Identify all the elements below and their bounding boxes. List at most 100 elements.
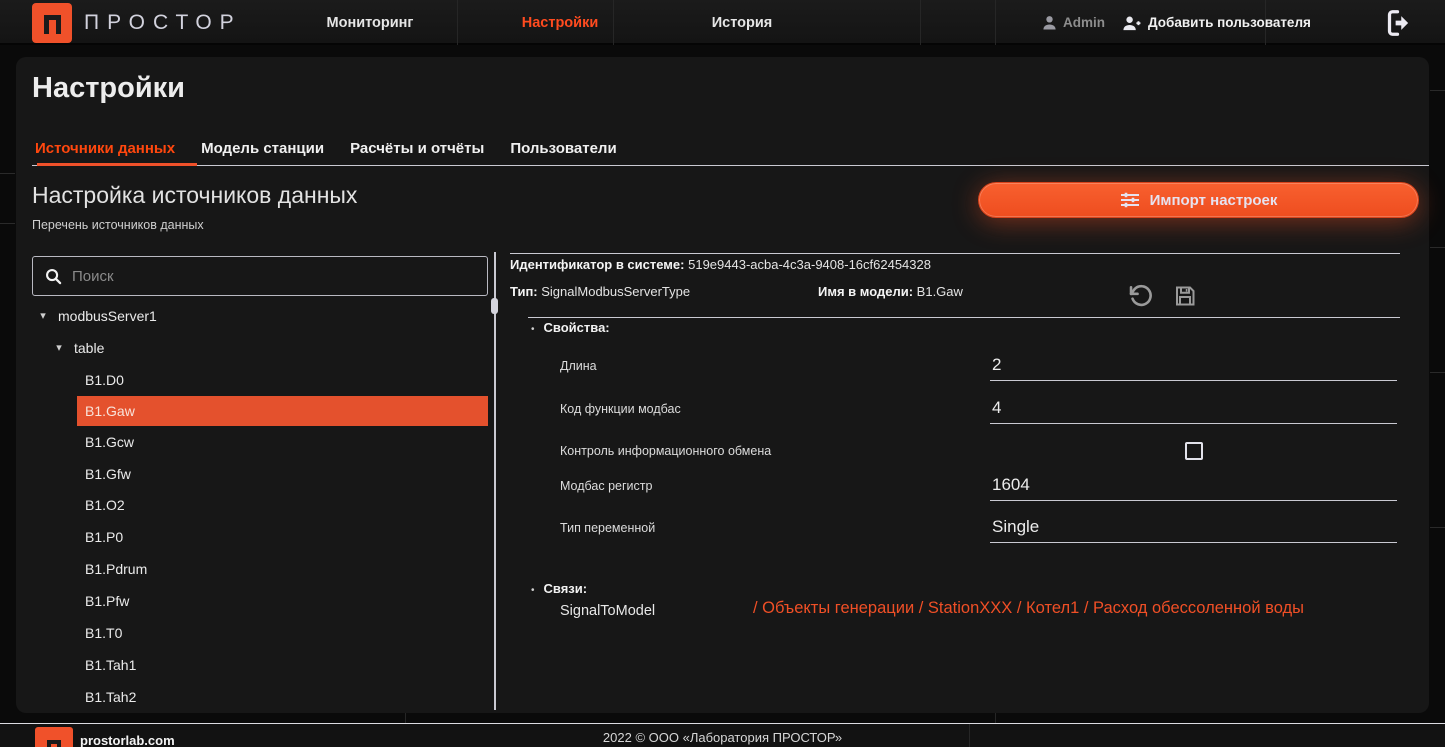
brand-wordmark: ПРОСТОР (84, 11, 242, 35)
save-icon (1173, 284, 1197, 308)
tree-node[interactable]: B1.Tah2 (77, 681, 488, 713)
tree-node-label: B1.Pfw (85, 593, 129, 609)
logout-button[interactable] (1385, 8, 1415, 38)
property-row: Тип переменной (510, 507, 1400, 549)
tree-node[interactable]: B1.P0 (77, 521, 488, 553)
bullet-icon: • (531, 324, 535, 335)
save-button[interactable] (1173, 284, 1199, 310)
caret-down-icon[interactable]: ▾ (52, 341, 66, 354)
property-row: Код функции модбас (510, 388, 1400, 430)
section-title: Настройка источников данных (32, 182, 357, 209)
tree-node[interactable]: B1.Tah1 (77, 649, 488, 681)
type-row: Тип: SignalModbusServerType (510, 284, 690, 299)
nav-item-1[interactable]: Мониторинг (327, 0, 414, 45)
link-name: SignalToModel (560, 603, 655, 619)
property-row: Длина (510, 345, 1400, 387)
search-input[interactable] (72, 268, 475, 285)
tree-node[interactable]: B1.Gfw (77, 458, 488, 490)
tree-node[interactable]: B1.Pfw (77, 585, 488, 617)
bg-artifact-line (405, 713, 406, 723)
import-settings-button[interactable]: Импорт настроек (978, 182, 1419, 218)
nav-add-user-button[interactable]: Добавить пользователя (1122, 0, 1311, 45)
bg-artifact-line (0, 223, 15, 224)
search-icon (45, 268, 62, 285)
bg-artifact-line (1430, 247, 1445, 248)
page-title: Настройки (32, 72, 185, 105)
property-input-cell (990, 345, 1397, 381)
tabs-underline (32, 165, 1429, 166)
model-name-value: B1.Gaw (917, 284, 963, 299)
bg-artifact-line (995, 713, 996, 723)
tree-node[interactable]: B1.O2 (77, 489, 488, 521)
nav-item-3[interactable]: История (712, 0, 773, 45)
property-input-cell (990, 465, 1397, 501)
property-checkbox[interactable] (1185, 442, 1203, 460)
app-root: ПРОСТОР Мониторинг Настройки История Admin… (0, 0, 1445, 747)
property-label: Длина (560, 345, 597, 387)
nav-divider (457, 0, 458, 45)
properties-heading-label: Свойства: (544, 320, 610, 335)
tree-node[interactable]: B1.D0 (77, 364, 488, 396)
property-input-cell (990, 507, 1397, 543)
tree-node-label: B1.Pdrum (85, 561, 147, 577)
user-icon (1042, 15, 1057, 30)
caret-down-icon[interactable]: ▾ (36, 309, 50, 322)
bg-artifact-line (1430, 372, 1445, 373)
tree-node[interactable]: B1.T0 (77, 617, 488, 649)
bg-artifact-line (969, 724, 970, 747)
top-nav: ПРОСТОР Мониторинг Настройки История Admin… (0, 0, 1445, 45)
nav-item-2[interactable]: Настройки (522, 0, 599, 45)
brand-logo[interactable]: ПРОСТОР (32, 2, 242, 43)
tab-2[interactable]: Модель станции (198, 138, 327, 166)
bg-artifact-line (1430, 90, 1445, 91)
tree-node[interactable]: B1.Gaw (77, 396, 488, 426)
tree-node-label: B1.D0 (85, 372, 124, 388)
footer-copyright: 2022 © ООО «Лаборатория ПРОСТОР» (0, 730, 1445, 745)
property-input[interactable] (990, 465, 1397, 500)
property-input[interactable] (990, 507, 1397, 542)
nav-add-user-label: Добавить пользователя (1148, 15, 1311, 30)
footer-site-link[interactable]: prostorlab.com (80, 733, 175, 747)
bg-artifact-line (0, 173, 15, 174)
data-sources-tree: ▾modbusServer1▾tableB1.D0B1.GawB1.GcwB1.… (32, 300, 488, 713)
property-label: Код функции модбас (560, 388, 681, 430)
bg-artifact-line (1430, 527, 1445, 528)
model-name-row: Имя в модели: B1.Gaw (818, 284, 963, 299)
tree-scrollbar[interactable] (491, 298, 498, 314)
model-name-label: Имя в модели: (818, 284, 913, 299)
tab-1[interactable]: Источники данных (32, 138, 178, 166)
details-section-line (528, 317, 1400, 318)
search-box (32, 256, 488, 296)
system-id-row: Идентификатор в системе: 519e9443-acba-4… (510, 257, 931, 272)
undo-button[interactable] (1128, 283, 1154, 309)
property-label: Модбас регистр (560, 465, 652, 507)
tree-node-label: table (74, 340, 104, 356)
property-row: Модбас регистр (510, 465, 1400, 507)
tree-node-label: B1.Gaw (85, 403, 135, 419)
footer-line (0, 723, 1445, 724)
tree-node[interactable]: B1.Gcw (77, 426, 488, 458)
link-path-breadcrumb[interactable]: / Объекты генерации / StationXXX / Котел… (753, 599, 1304, 618)
tree-node[interactable]: ▾modbusServer1 (32, 300, 488, 332)
tab-4[interactable]: Пользователи (507, 138, 619, 166)
property-label: Тип переменной (560, 507, 655, 549)
nav-divider (613, 0, 614, 45)
type-value: SignalModbusServerType (541, 284, 690, 299)
type-label: Тип: (510, 284, 538, 299)
footer-logo-icon (35, 727, 73, 747)
tree-node[interactable]: ▾ table (32, 332, 488, 364)
tree-node-label: B1.Gcw (85, 434, 134, 450)
user-plus-icon (1122, 15, 1141, 31)
details-top-line (510, 253, 1400, 254)
tab-3[interactable]: Расчёты и отчёты (347, 138, 487, 166)
nav-user-admin[interactable]: Admin (1042, 0, 1105, 45)
tree-node-label: B1.O2 (85, 497, 125, 513)
tree-node-label: B1.T0 (85, 625, 122, 641)
bullet-icon: • (531, 585, 535, 596)
nav-divider (920, 0, 921, 45)
property-input[interactable] (990, 345, 1397, 380)
links-heading-label: Связи: (544, 581, 588, 596)
nav-divider (995, 0, 996, 45)
property-input[interactable] (990, 388, 1397, 423)
tree-node[interactable]: B1.Pdrum (77, 553, 488, 585)
